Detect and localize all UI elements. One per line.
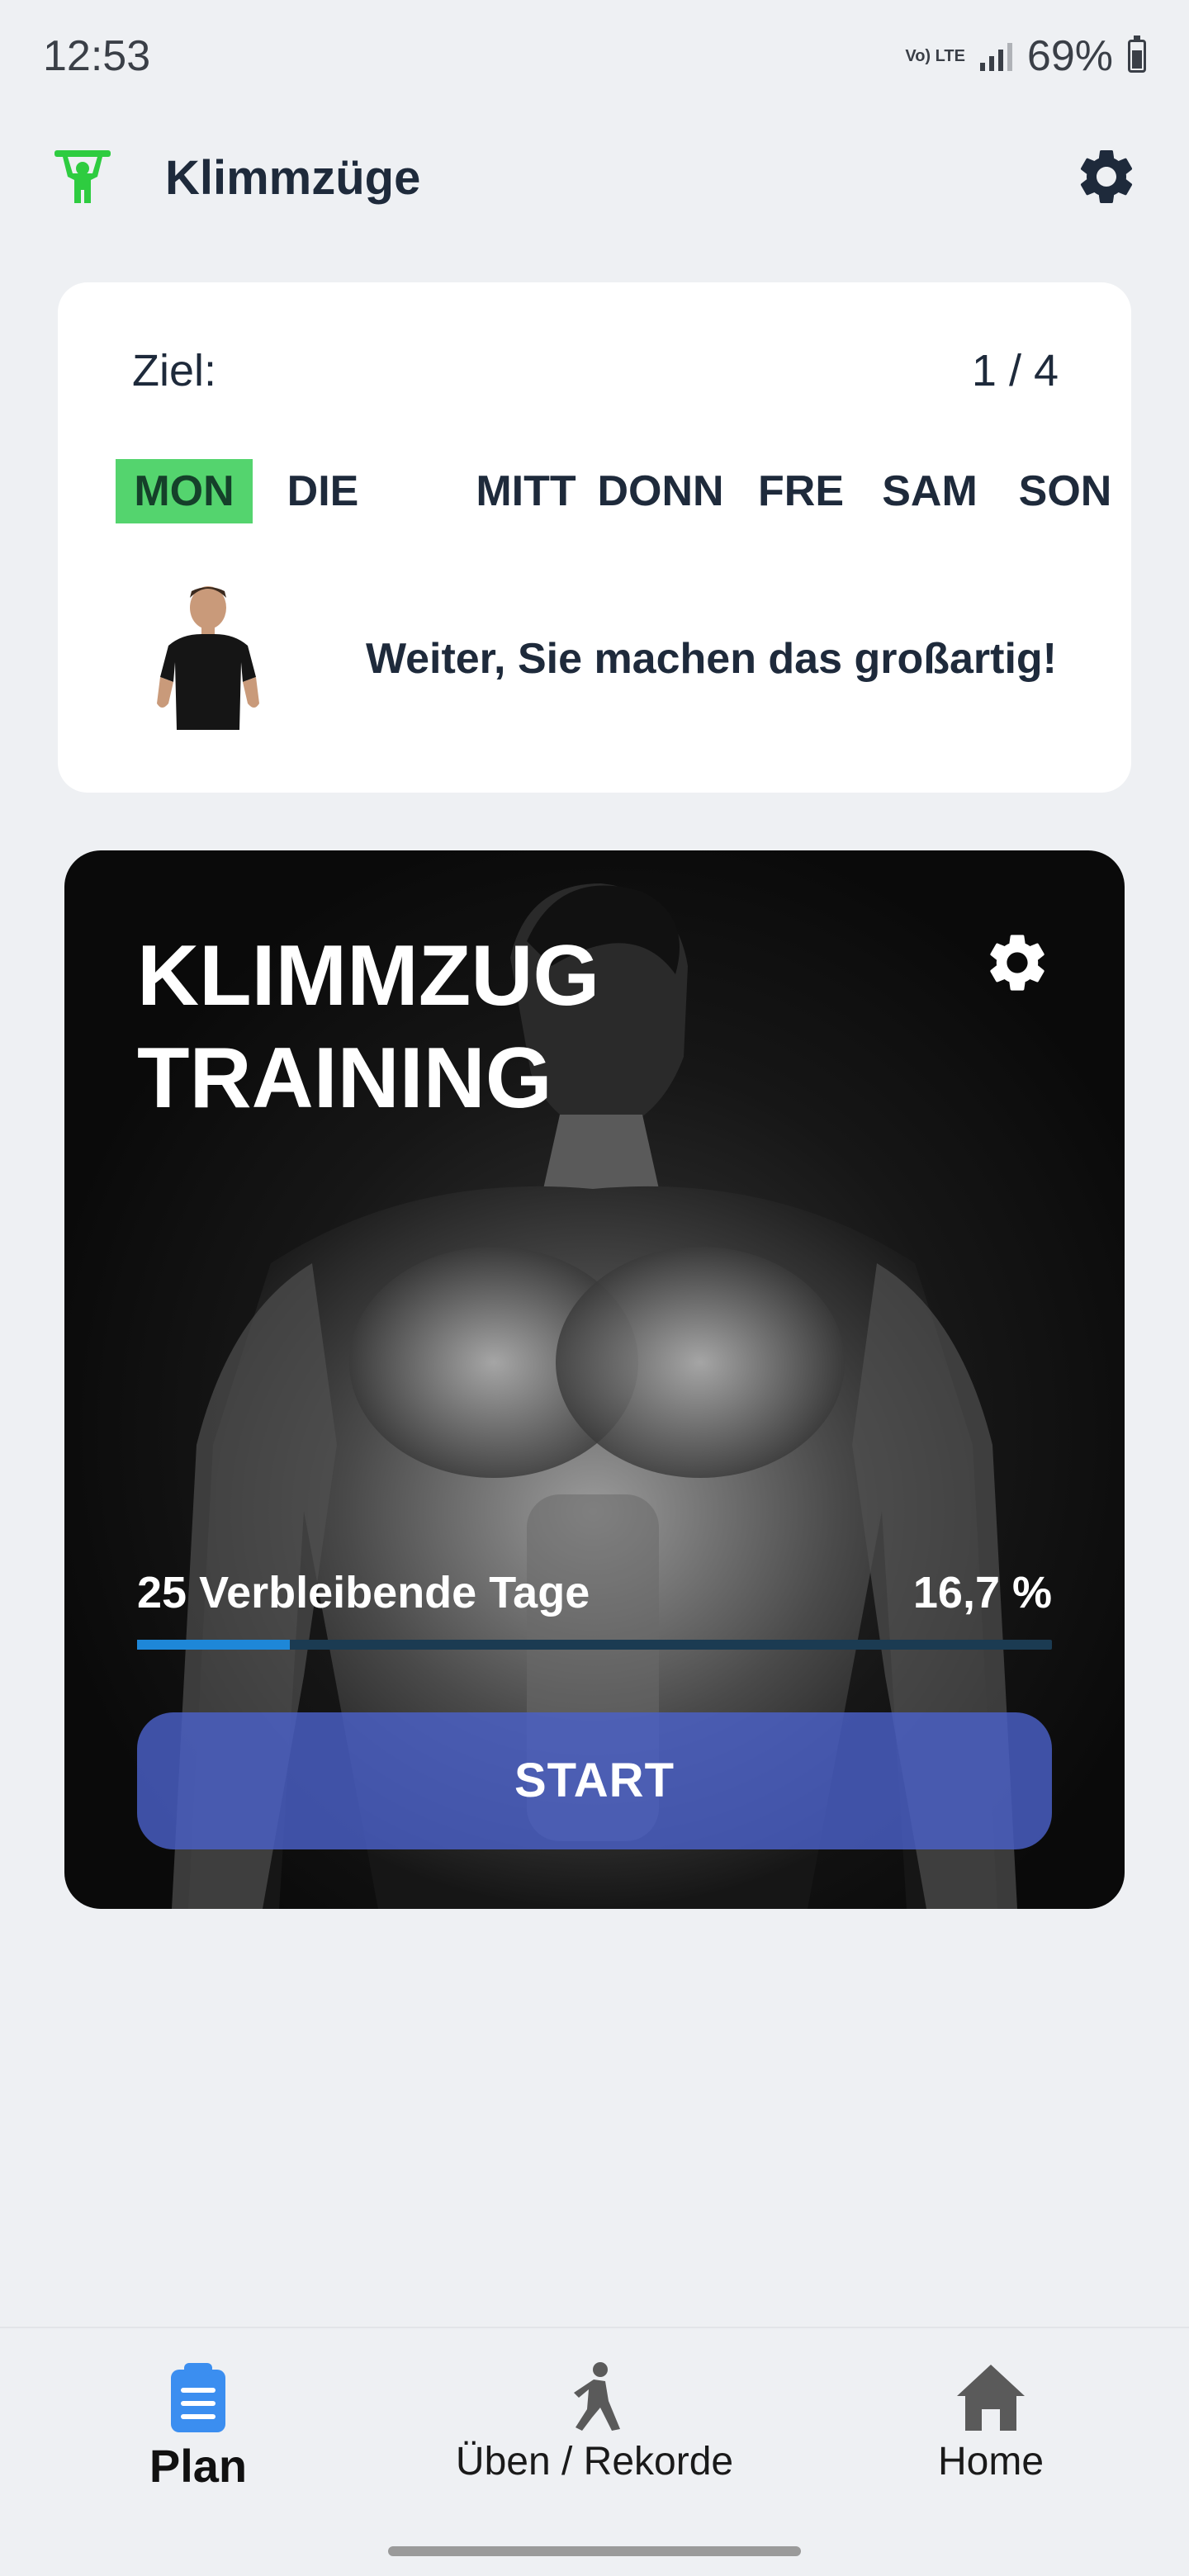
status-bar: 12:53 Vo) LTE 69%: [0, 0, 1189, 116]
day-fre[interactable]: FRE: [751, 459, 850, 523]
gear-icon[interactable]: [1073, 144, 1139, 210]
battery-percent: 69%: [1026, 32, 1113, 80]
volte-icon: Vo) LTE: [905, 47, 965, 65]
training-card[interactable]: KLIMMZUG TRAINING 25 Verbleibende Tage 1…: [64, 850, 1125, 1909]
gear-icon[interactable]: [983, 928, 1052, 997]
clipboard-icon: [171, 2363, 225, 2432]
day-sam[interactable]: SAM: [872, 459, 988, 523]
status-icons: Vo) LTE 69%: [905, 31, 1146, 81]
training-title: KLIMMZUG TRAINING: [137, 925, 599, 1129]
progress-percent: 16,7 %: [912, 1568, 1052, 1617]
day-mitt[interactable]: MITT: [456, 459, 596, 523]
nav-home-label: Home: [937, 2440, 1045, 2484]
remaining-days: 25 Verbleibende Tage: [137, 1568, 590, 1617]
bottom-nav: Plan Üben / Rekorde Home: [0, 2327, 1189, 2576]
progress-bar: [137, 1640, 1052, 1650]
training-title-line1: KLIMMZUG: [137, 928, 600, 1024]
day-die[interactable]: DIE: [277, 459, 368, 523]
stretch-figure-icon: [574, 2362, 620, 2431]
nav-practice-records-label: Üben / Rekorde: [455, 2440, 734, 2484]
nav-home[interactable]: Home: [817, 2345, 1164, 2484]
home-icon: [957, 2365, 1025, 2431]
progress-fill: [137, 1640, 291, 1650]
trainer-avatar: [157, 586, 259, 730]
day-donn[interactable]: DONN: [586, 459, 735, 523]
pullup-figure-icon: [54, 150, 111, 203]
weekday-selector: MON DIE MITT DONN FRE SAM SON: [116, 459, 1111, 525]
nav-plan-label: Plan: [149, 2440, 248, 2492]
goal-card: Ziel: 1 / 4 MON DIE MITT DONN FRE SAM SO…: [58, 282, 1131, 793]
goal-label: Ziel:: [132, 346, 217, 395]
motivation-text: Weiter, Sie machen das großartig!: [365, 635, 1057, 683]
home-indicator: [388, 2546, 801, 2556]
nav-plan[interactable]: Plan: [25, 2345, 372, 2493]
signal-icon: [979, 41, 1012, 71]
app-title: Klimmzüge: [165, 151, 421, 205]
goal-count: 1 / 4: [971, 346, 1059, 395]
start-button[interactable]: START: [137, 1712, 1052, 1849]
app-bar: Klimmzüge: [0, 132, 1189, 223]
day-mon[interactable]: MON: [116, 459, 253, 523]
status-time: 12:53: [43, 32, 151, 80]
day-son[interactable]: SON: [1007, 459, 1123, 523]
nav-practice-records[interactable]: Üben / Rekorde: [421, 2345, 768, 2484]
training-title-line2: TRAINING: [137, 1030, 552, 1126]
battery-icon: [1128, 36, 1146, 73]
